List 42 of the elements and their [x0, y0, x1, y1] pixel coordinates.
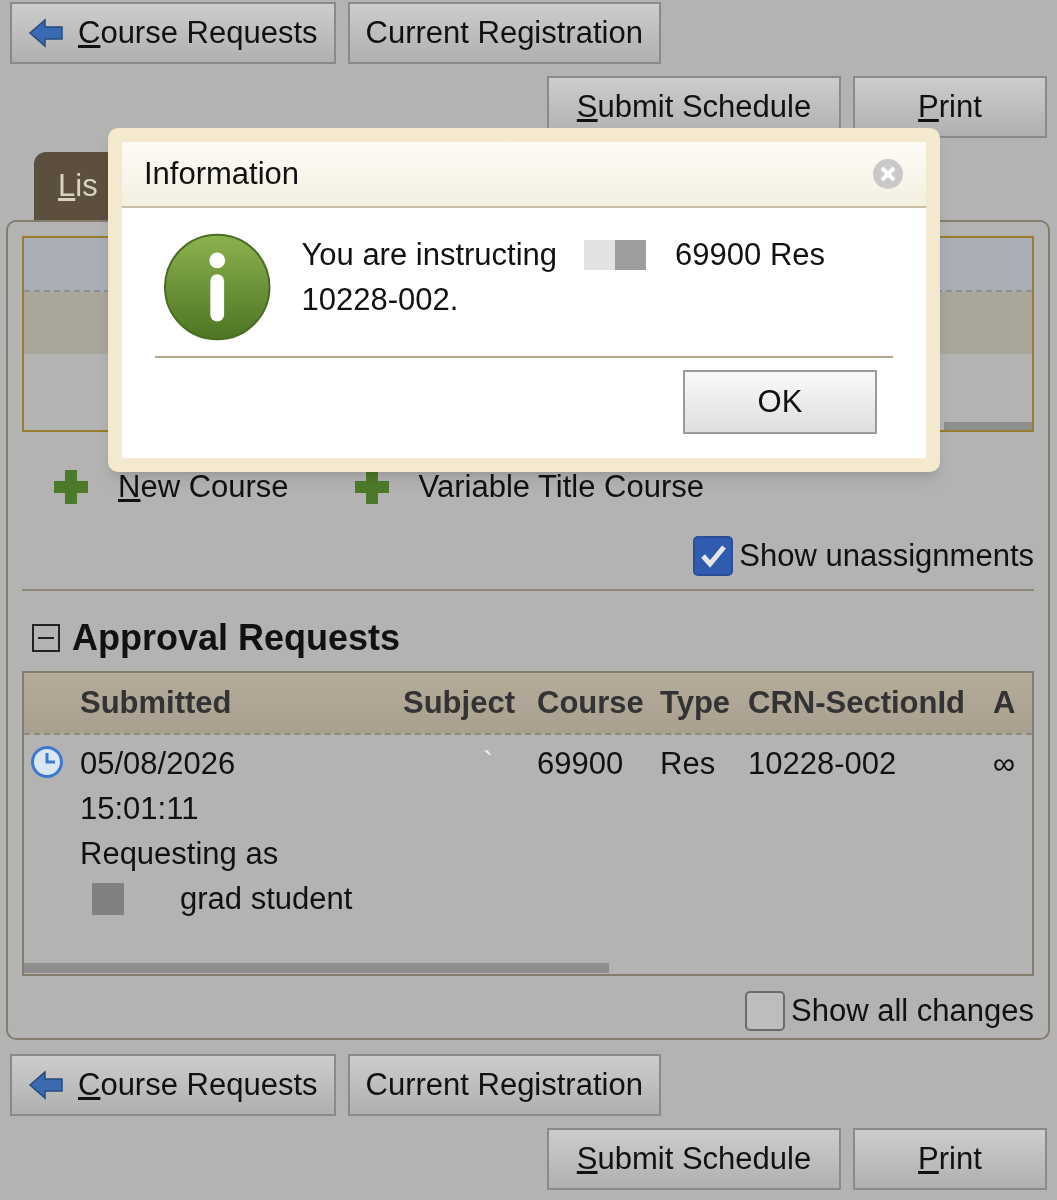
table-cell-text: ∞ [993, 745, 1016, 783]
nav-button[interactable]: Current Registration [347, 1054, 661, 1116]
dialog-message: 10228-002. [301, 281, 459, 319]
dialog-message: You are instructing [301, 236, 558, 274]
table-cell-text: ` [483, 745, 494, 783]
column-header: Subject [403, 683, 516, 722]
nav-button[interactable]: Current Registration [347, 2, 661, 64]
print-button[interactable]: Print [853, 1128, 1047, 1190]
table-cell-text: Requesting as [80, 835, 280, 873]
column-header: CRN-SectionId [748, 683, 966, 722]
checkbox-label: Show all changes [791, 992, 1034, 1030]
table-cell-text: 10228-002 [748, 745, 897, 783]
section-title: Approval Requests [72, 616, 401, 660]
table-cell-text: Res [660, 745, 716, 783]
checkbox[interactable] [693, 535, 734, 576]
column-header: Type [660, 683, 732, 722]
clock-icon [30, 745, 64, 779]
close-icon[interactable] [872, 158, 904, 190]
column-header: Submitted [80, 683, 233, 722]
info-icon [163, 232, 272, 342]
dialog-message: 69900 Res [675, 236, 826, 274]
back-arrow-icon [28, 1070, 64, 1100]
table-cell-text: 69900 [537, 745, 624, 783]
scrollbar[interactable] [24, 963, 609, 973]
collapse-icon[interactable] [32, 624, 60, 652]
table-cell-text: 05/08/2026 [80, 745, 237, 783]
table-cell-text: grad student [180, 880, 353, 918]
plus-icon [52, 468, 90, 507]
back-button[interactable]: Course Requests [10, 2, 336, 64]
column-header: A [993, 683, 1017, 722]
ok-button[interactable]: OK [683, 370, 877, 434]
back-arrow-icon [28, 18, 64, 48]
redaction-mark [92, 882, 124, 915]
checkbox-label: Show unassignments [739, 536, 1034, 575]
back-button[interactable]: Course Requests [10, 1054, 336, 1116]
dialog-title: Information [144, 154, 300, 193]
redaction-mark [584, 239, 647, 270]
column-header: Course [537, 683, 645, 722]
submit-schedule-button[interactable]: Submit Schedule [547, 1128, 841, 1190]
checkbox[interactable] [745, 991, 785, 1032]
table-cell-text: 15:01:11 [80, 790, 200, 828]
print-button[interactable]: Print [853, 76, 1047, 138]
